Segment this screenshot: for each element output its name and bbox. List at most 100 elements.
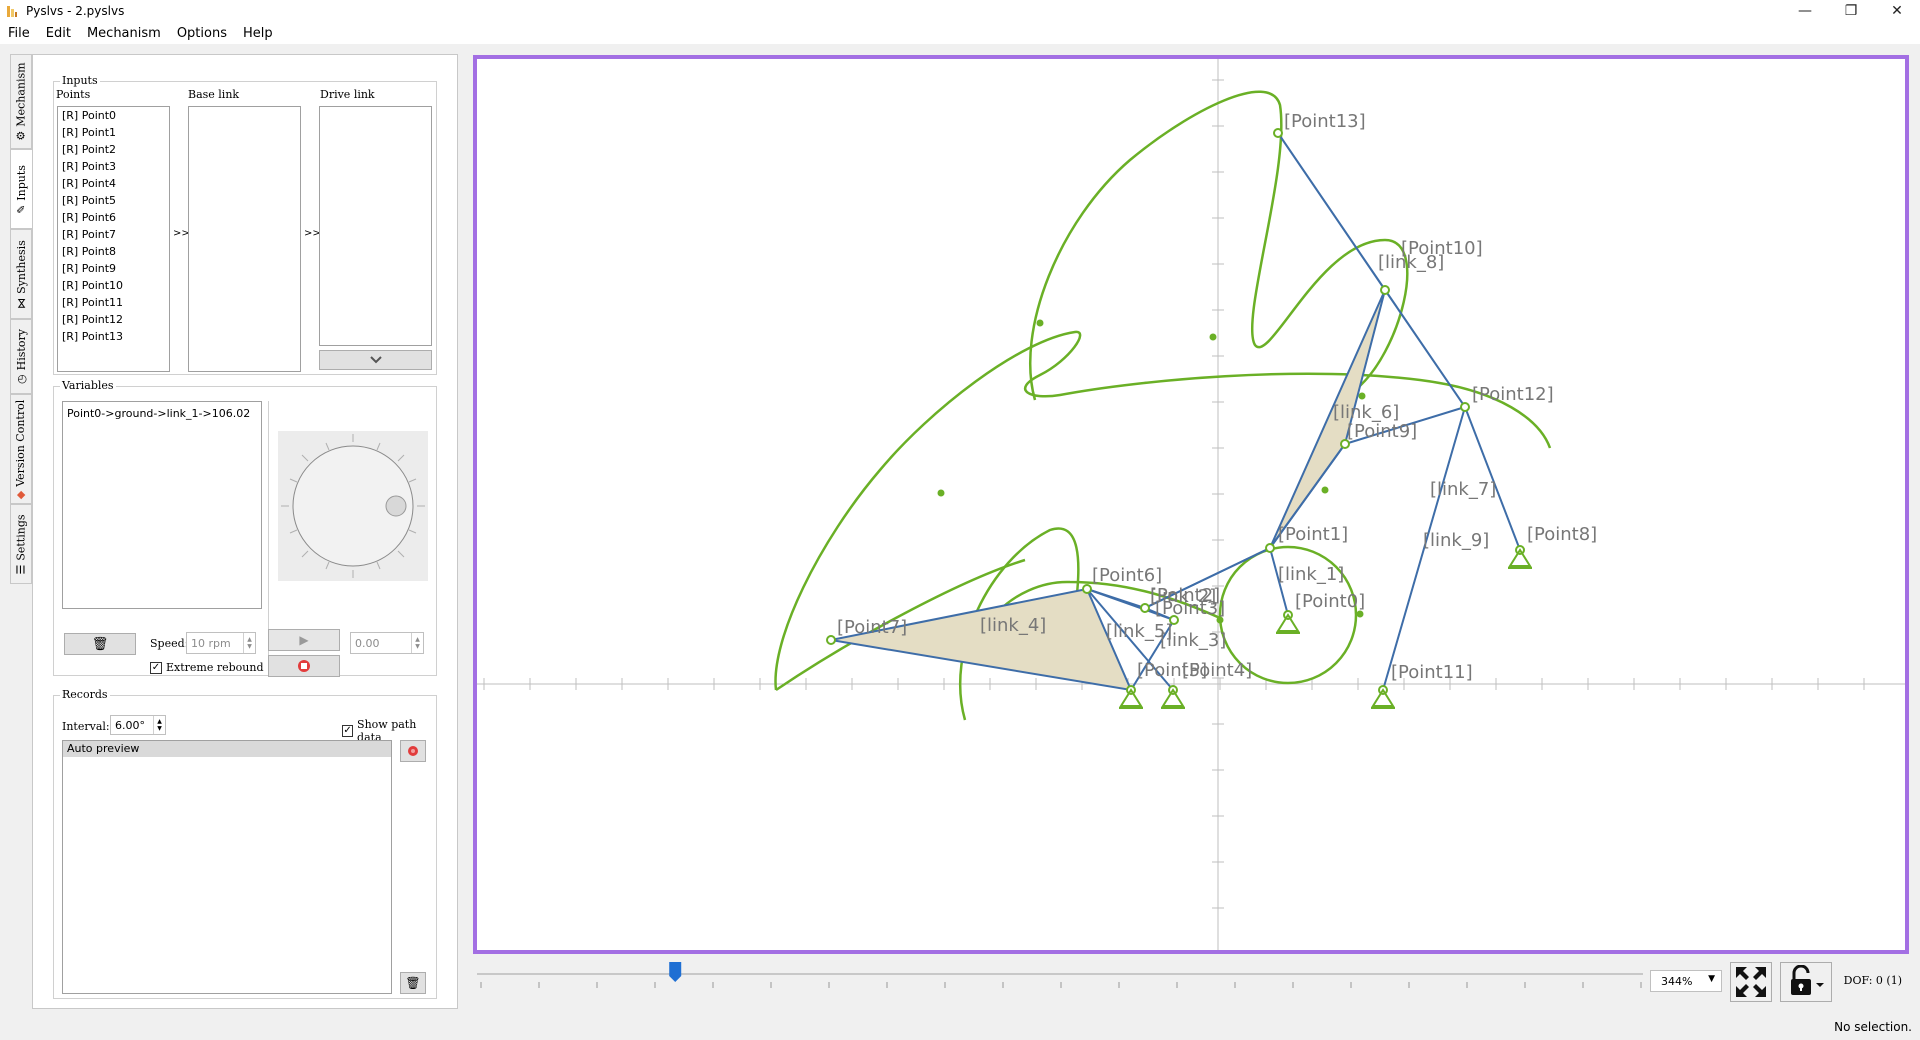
base-link-label: Base link [188, 88, 240, 101]
joint-point6[interactable] [1082, 584, 1092, 594]
chevron-down-icon [369, 356, 382, 364]
path-point [1321, 486, 1329, 494]
animation-slider[interactable] [473, 960, 1653, 990]
play-icon: ▶ [299, 633, 309, 647]
records-group-title: Records [60, 688, 110, 701]
checkbox-box: ✓ [342, 725, 354, 737]
interval-spinbox[interactable]: 6.00° ▲ ▼ [110, 715, 166, 735]
zoom-to-fit-button[interactable] [1730, 962, 1772, 1002]
menu-mechanism[interactable]: Mechanism [87, 26, 161, 41]
stop-icon [298, 660, 310, 672]
mechanism-drawing: [Point0][Point1][Point2][Point3][Point4]… [477, 59, 1905, 950]
record-button[interactable] [400, 740, 426, 762]
joint-point13[interactable] [1273, 128, 1283, 138]
path-point [1358, 392, 1366, 400]
joint-point2[interactable] [1140, 603, 1150, 613]
delete-record-button[interactable]: 🗑 [400, 972, 426, 994]
list-item[interactable]: [R] Point12 [58, 311, 169, 328]
trash-icon: 🗑 [405, 976, 421, 990]
add-variable-button[interactable] [319, 350, 432, 370]
stop-button[interactable] [268, 655, 340, 677]
unlock-icon [1791, 965, 1824, 995]
record-icon [408, 746, 418, 756]
list-item[interactable]: Auto preview [63, 741, 391, 757]
list-item[interactable]: [R] Point4 [58, 175, 169, 192]
joint-point12[interactable] [1460, 402, 1470, 412]
records-list[interactable]: Auto preview [62, 740, 392, 994]
trash-icon: 🗑 [91, 636, 109, 652]
tab-inputs[interactable]: ✎ Inputs [10, 149, 32, 229]
slider-handle[interactable] [669, 962, 682, 982]
dial-knob[interactable] [385, 495, 407, 517]
delete-variable-button[interactable]: 🗑 [64, 633, 136, 655]
history-icon: ◷ [14, 374, 28, 384]
tab-version-control[interactable]: ◆ Version Control [10, 394, 32, 504]
inputs-group-title: Inputs [60, 74, 100, 87]
tab-settings[interactable]: ☰ Settings [10, 504, 32, 584]
menu-edit[interactable]: Edit [46, 26, 71, 41]
mechanism-canvas[interactable]: [Point0] [Point1] [Point2] [Point3] [Point4]… [473, 55, 1909, 954]
lock-button[interactable] [1780, 962, 1832, 1002]
tab-history[interactable]: ◷ History [10, 319, 32, 394]
point-label-11: [Point11] [1391, 662, 1473, 683]
speed-label: Speed: [150, 637, 189, 650]
variables-list[interactable]: Point0->ground->link_1->106.02 [62, 401, 262, 609]
zoom-combobox[interactable]: 344% ▼ [1650, 970, 1722, 992]
path-point [1209, 333, 1217, 341]
point-label-9: [Point9] [1347, 421, 1417, 442]
link-label-9: [link_9] [1423, 530, 1489, 551]
minimize-button[interactable]: — [1782, 0, 1828, 22]
list-item[interactable]: [R] Point5 [58, 192, 169, 209]
link-label-5: [link_5] [1106, 621, 1172, 642]
menu-help[interactable]: Help [243, 26, 273, 41]
menu-bar: File Edit Mechanism Options Help [0, 22, 1920, 44]
list-item[interactable]: [R] Point8 [58, 243, 169, 260]
menu-options[interactable]: Options [177, 26, 227, 41]
menu-file[interactable]: File [8, 26, 30, 41]
git-icon: ◆ [14, 490, 28, 499]
list-item[interactable]: [R] Point10 [58, 277, 169, 294]
play-button[interactable]: ▶ [268, 629, 340, 651]
coupler-curve [1029, 90, 1409, 401]
list-item[interactable]: [R] Point0 [58, 107, 169, 124]
list-item[interactable]: [R] Point9 [58, 260, 169, 277]
path-point [937, 489, 945, 497]
joint-point7[interactable] [826, 635, 836, 645]
list-item[interactable]: [R] Point2 [58, 141, 169, 158]
joint-point1[interactable] [1265, 543, 1275, 553]
list-item[interactable]: [R] Point13 [58, 328, 169, 345]
vertical-tab-bar: ⚙ Mechanism ✎ Inputs ⋈ Synthesis ◷ History ◆… [10, 54, 32, 584]
list-item[interactable]: [R] Point6 [58, 209, 169, 226]
list-item[interactable]: [R] Point11 [58, 294, 169, 311]
joint-point10[interactable] [1380, 285, 1390, 295]
checkbox-box: ✓ [150, 661, 162, 674]
list-item[interactable]: [R] Point7 [58, 226, 169, 243]
list-item[interactable]: [R] Point3 [58, 158, 169, 175]
base-link-list[interactable] [188, 106, 301, 372]
app-icon [7, 6, 17, 17]
tab-synthesis[interactable]: ⋈ Synthesis [10, 229, 32, 319]
list-item[interactable]: [R] Point1 [58, 124, 169, 141]
dof-label: DOF: 0 (1) [1843, 974, 1902, 987]
inputs-group: Inputs Points Base link Drive link [R] P… [53, 74, 437, 375]
title-bar: Pyslvs - 2.pyslvs — ❐ ✕ [0, 0, 1920, 22]
path-point [1036, 319, 1044, 327]
link-label-1: [link_1] [1278, 564, 1344, 585]
drive-link-label: Drive link [320, 88, 375, 101]
points-list[interactable]: [R] Point0 [R] Point1 [R] Point2 [R] Poi… [57, 106, 170, 372]
speed-spinbox[interactable]: 10 rpm ▲ ▼ [186, 632, 256, 654]
drive-link-list[interactable] [319, 106, 432, 346]
extreme-rebound-checkbox[interactable]: ✓ Extreme rebound [150, 661, 264, 674]
point-label-6: [Point6] [1092, 565, 1162, 586]
point-label-1: [Point1] [1278, 524, 1348, 545]
link-label-8: [link_8] [1378, 252, 1444, 273]
angle-dial[interactable] [278, 431, 428, 581]
point-label-8: [Point8] [1527, 524, 1597, 545]
angle-spinbox[interactable]: 0.00 ▲ ▼ [350, 632, 424, 654]
maximize-button[interactable]: ❐ [1828, 0, 1874, 22]
point-label-12: [Point12] [1472, 384, 1554, 405]
list-item[interactable]: Point0->ground->link_1->106.02 [63, 402, 261, 422]
synthesis-icon: ⋈ [14, 297, 28, 309]
close-button[interactable]: ✕ [1874, 0, 1920, 22]
tab-mechanism[interactable]: ⚙ Mechanism [10, 54, 32, 149]
